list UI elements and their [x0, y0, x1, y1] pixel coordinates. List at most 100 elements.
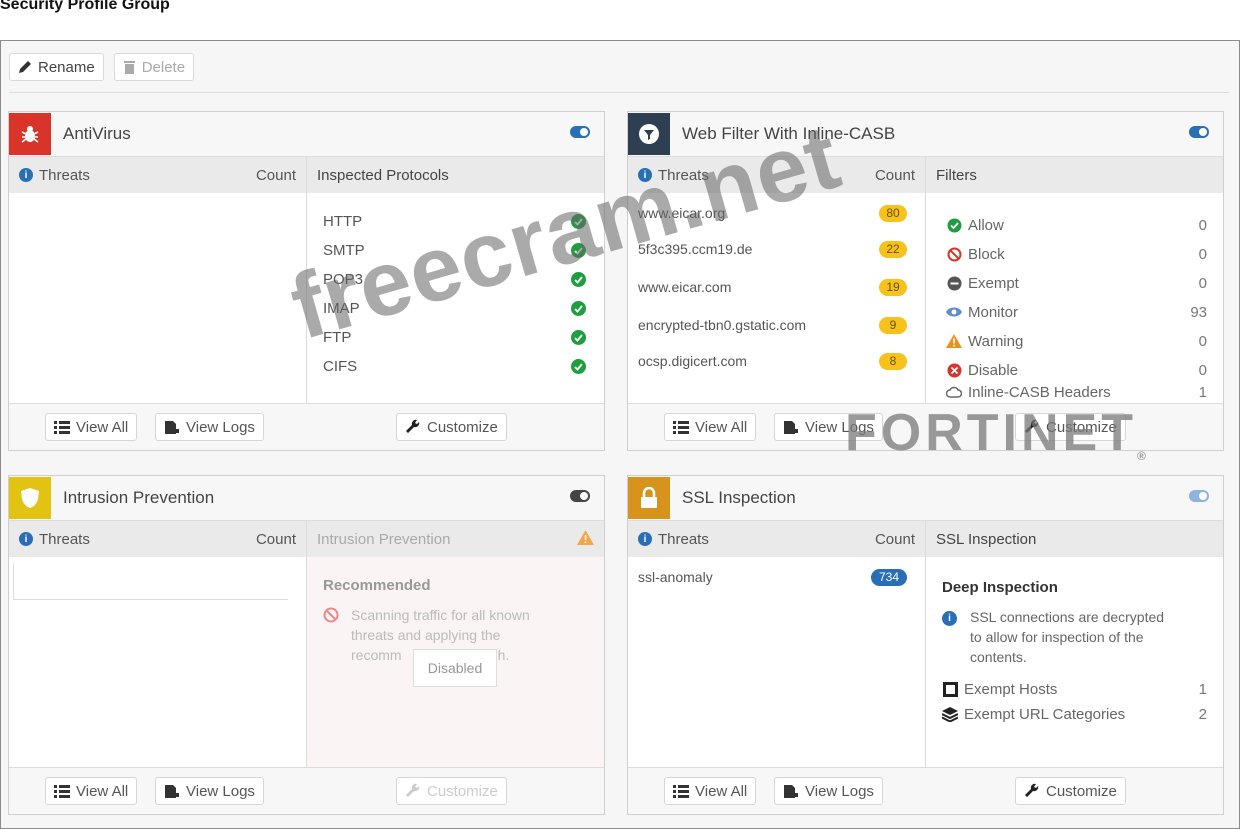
- protocol-name: POP3: [323, 271, 364, 288]
- view-logs-button[interactable]: View Logs: [155, 413, 264, 441]
- view-logs-button[interactable]: View Logs: [155, 777, 264, 805]
- list-icon: [673, 784, 689, 798]
- protocol-name: FTP: [323, 329, 352, 346]
- filter-row[interactable]: Allow 0: [946, 215, 1207, 235]
- logs-icon: [164, 784, 180, 799]
- customize-button[interactable]: Customize: [396, 777, 507, 805]
- filter-count: 0: [1198, 216, 1207, 234]
- list-icon: [54, 420, 70, 434]
- antivirus-toggle[interactable]: [570, 126, 590, 138]
- lock-icon: [628, 477, 670, 519]
- fortinet-logo: FORTINET®: [845, 403, 1146, 463]
- list-item[interactable]: 5f3c395.ccm19.de 22: [638, 241, 913, 261]
- ssl-right-label: SSL Inspection: [936, 530, 1037, 548]
- list-item[interactable]: ocsp.digicert.com 8: [638, 353, 913, 373]
- count-badge: 8: [879, 353, 907, 370]
- webfilter-header: Web Filter With Inline-CASB: [628, 112, 1223, 157]
- filter-row[interactable]: Inline-CASB Headers 1: [946, 382, 1207, 402]
- filters-header: Filters: [926, 157, 1223, 193]
- info-icon: i: [19, 532, 33, 546]
- recommended-line-2: threats and applying the: [351, 627, 501, 643]
- ssl-footer: View All View Logs Customize: [628, 767, 1223, 814]
- filter-label: Exempt: [968, 274, 1019, 292]
- customize-button[interactable]: Customize: [1015, 777, 1126, 805]
- filter-row[interactable]: Block 0: [946, 244, 1207, 264]
- filter-label: Disable: [968, 361, 1019, 379]
- list-item[interactable]: encrypted-tbn0.gstatic.com 9: [638, 317, 913, 337]
- threat-name: encrypted-tbn0.gstatic.com: [638, 317, 807, 333]
- x-circle-icon: [946, 363, 962, 378]
- count-badge: 19: [879, 279, 907, 296]
- count-label: Count: [255, 166, 296, 184]
- filter-row[interactable]: Monitor 93: [946, 302, 1207, 322]
- threat-name: www.eicar.org: [638, 205, 726, 221]
- exempt-url-row[interactable]: Exempt URL Categories 2: [942, 704, 1207, 724]
- shield-icon: [9, 477, 51, 519]
- list-item[interactable]: www.eicar.org 80: [638, 205, 913, 225]
- view-logs-label: View Logs: [805, 782, 874, 800]
- filter-row[interactable]: Disable 0: [946, 360, 1207, 380]
- recommended-line-4: h.: [497, 647, 510, 663]
- wrench-icon: [405, 419, 421, 435]
- rename-label: Rename: [38, 58, 95, 76]
- check-circle-icon: [571, 243, 586, 258]
- block-icon: [946, 247, 962, 262]
- ips-card: Intrusion Prevention i Threats Count Int…: [8, 475, 605, 815]
- warning-icon: [577, 529, 594, 549]
- filter-label: Warning: [968, 332, 1024, 350]
- count-label: Count: [874, 530, 915, 548]
- host-icon: [942, 681, 958, 697]
- ssl-header: SSL Inspection: [628, 476, 1223, 521]
- recommended-line-1: Scanning traffic for all known: [351, 607, 530, 623]
- count-label: Count: [255, 530, 296, 548]
- warning-icon: [946, 334, 962, 348]
- filter-count: 1: [1198, 383, 1207, 401]
- webfilter-toggle[interactable]: [1189, 126, 1209, 138]
- count-badge: 9: [879, 317, 907, 334]
- exempt-hosts-label: Exempt Hosts: [964, 680, 1058, 698]
- view-all-button[interactable]: View All: [45, 777, 138, 805]
- check-circle-icon: [571, 214, 586, 229]
- exempt-url-count: 2: [1198, 705, 1207, 723]
- delete-button[interactable]: Delete: [113, 53, 195, 81]
- list-item[interactable]: www.eicar.com 19: [638, 279, 913, 299]
- customize-button[interactable]: Customize: [396, 413, 507, 441]
- antivirus-header: AntiVirus: [9, 112, 604, 157]
- check-circle-icon: [571, 301, 586, 316]
- filter-row[interactable]: Warning 0: [946, 331, 1207, 351]
- view-all-button[interactable]: View All: [664, 777, 757, 805]
- ips-recommended-column: Intrusion Prevention Recommended Scannin…: [307, 521, 604, 768]
- filter-row[interactable]: Exempt 0: [946, 273, 1207, 293]
- inspected-protocols-label: Inspected Protocols: [317, 166, 449, 184]
- ssl-card: SSL Inspection i Threats Count ssl-anoma…: [627, 475, 1224, 815]
- exempt-hosts-row[interactable]: Exempt Hosts 1: [942, 679, 1207, 699]
- registered-mark: ®: [1136, 449, 1146, 463]
- protocol-name: SMTP: [323, 242, 365, 259]
- view-all-button[interactable]: View All: [664, 413, 757, 441]
- ips-toggle[interactable]: [570, 490, 590, 502]
- antivirus-footer: View All View Logs Customize: [9, 403, 604, 450]
- customize-label: Customize: [427, 418, 498, 436]
- threats-label: Threats: [39, 530, 90, 548]
- protocol-name: IMAP: [323, 300, 360, 317]
- toolbar: Rename Delete: [9, 53, 195, 81]
- threats-header: i Threats Count: [9, 157, 306, 193]
- list-icon: [673, 420, 689, 434]
- cloud-icon: [946, 386, 962, 398]
- view-all-button[interactable]: View All: [45, 413, 138, 441]
- view-logs-button[interactable]: View Logs: [774, 777, 883, 805]
- info-icon: i: [19, 168, 33, 182]
- deep-inspection-title: Deep Inspection: [942, 579, 1058, 596]
- ssl-toggle[interactable]: [1189, 490, 1209, 502]
- layers-icon: [942, 706, 958, 722]
- list-item[interactable]: ssl-anomaly 734: [638, 569, 913, 589]
- customize-label: Customize: [427, 782, 498, 800]
- deep-line-2: to allow for inspection of the: [970, 629, 1144, 645]
- view-logs-label: View Logs: [186, 782, 255, 800]
- delete-label: Delete: [141, 58, 186, 76]
- filter-label: Monitor: [968, 303, 1019, 321]
- threats-label: Threats: [658, 530, 709, 548]
- rename-button[interactable]: Rename: [9, 53, 104, 81]
- threats-header: i Threats Count: [628, 521, 925, 557]
- customize-label: Customize: [1046, 782, 1117, 800]
